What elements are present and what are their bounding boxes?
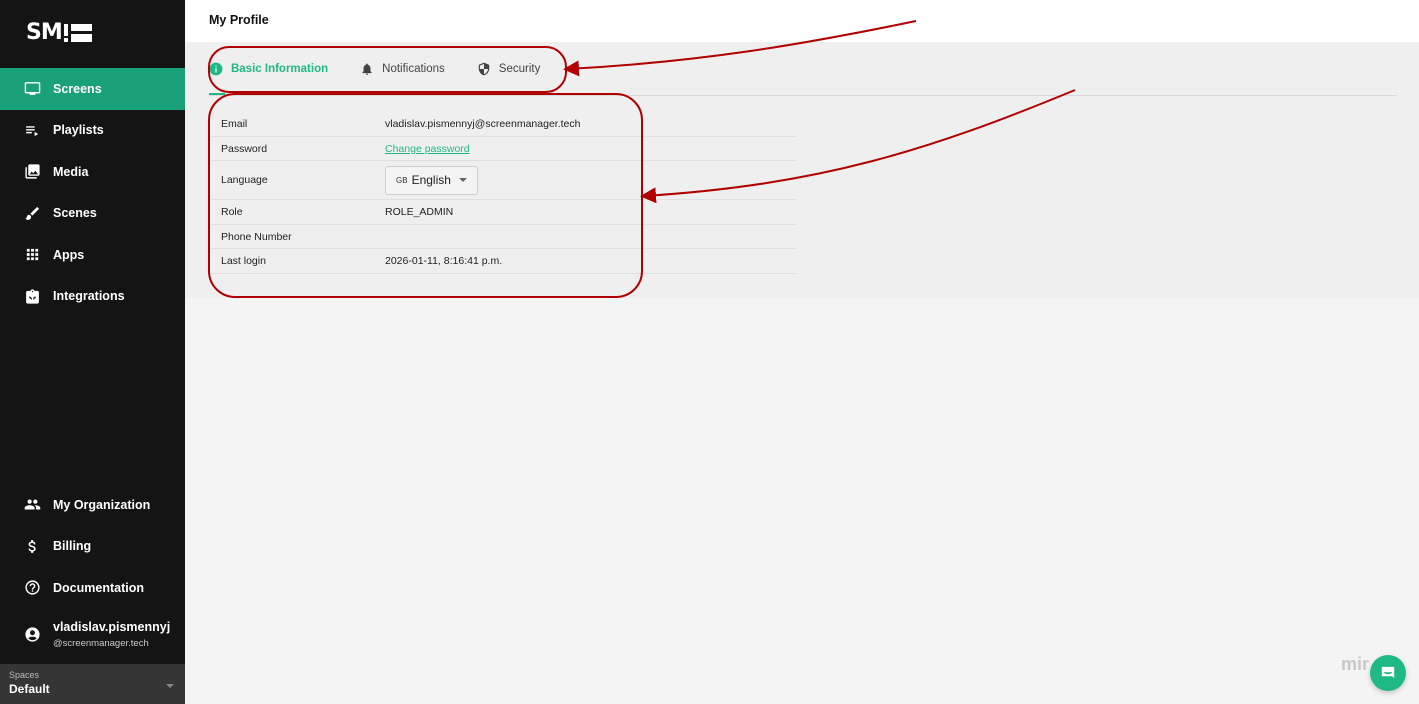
profile-tabs: Basic Information Notifications Security [209, 56, 572, 96]
sidebar-item-billing[interactable]: Billing [0, 526, 185, 568]
basic-information-table: Email vladislav.pismennyj@screenmanager.… [209, 112, 797, 274]
sidebar-item-label: Scenes [53, 206, 97, 221]
table-row-last-login: Last login 2026-01-11, 8:16:41 p.m. [209, 249, 797, 274]
page-header: My Profile [185, 0, 1419, 42]
tab-label: Notifications [382, 63, 445, 75]
sidebar-item-label: Playlists [53, 123, 104, 138]
account-circle-icon [24, 626, 41, 643]
sidebar-item-label: Billing [53, 539, 92, 554]
sidebar-item-label: Documentation [53, 580, 144, 595]
spaces-value: Default [9, 682, 50, 696]
tab-divider [209, 95, 1397, 96]
sidebar-item-playlists[interactable]: Playlists [0, 110, 185, 152]
sidebar-nav: Screens Playlists Media Scenes Apps Inte… [0, 68, 185, 317]
user-lines: vladislav.pismennyj @screenmanager.tech [53, 620, 170, 649]
chevron-down-icon [166, 684, 174, 688]
playlist-icon [24, 122, 41, 139]
media-icon [24, 163, 41, 180]
phone-label: Phone Number [221, 230, 292, 243]
table-row-language: Language GB English [209, 161, 797, 200]
info-icon [209, 62, 223, 76]
page-title: My Profile [209, 13, 269, 27]
active-tab-indicator [209, 93, 225, 95]
last-login-value: 2026-01-11, 8:16:41 p.m. [385, 255, 503, 267]
role-value: ROLE_ADMIN [385, 206, 454, 218]
spaces-selector[interactable]: Spaces Default [0, 664, 185, 704]
sidebar-bottom-nav: My Organization Billing Documentation vl… [0, 484, 185, 661]
sidebar-item-documentation[interactable]: Documentation [0, 567, 185, 609]
table-row-phone: Phone Number [209, 225, 797, 249]
user-name: vladislav.pismennyj [53, 620, 171, 634]
tab-label: Basic Information [231, 63, 329, 75]
logo-text: SM [26, 20, 63, 45]
help-icon [24, 579, 41, 596]
language-select[interactable]: GB English [385, 165, 478, 195]
chevron-down-icon [458, 178, 467, 182]
chat-launcher-button[interactable] [1370, 655, 1406, 691]
role-label: Role [221, 206, 243, 218]
monitor-icon [24, 80, 41, 97]
watermark: mir [1341, 654, 1370, 674]
dollar-icon [24, 538, 41, 555]
sidebar-item-scenes[interactable]: Scenes [0, 193, 185, 235]
language-label: Language [221, 174, 268, 186]
last-login-label: Last login [221, 255, 266, 267]
integrations-icon [24, 288, 41, 305]
email-value: vladislav.pismennyj@screenmanager.tech [385, 118, 581, 130]
logo-mark-icon [63, 23, 92, 42]
sidebar-item-label: Integrations [53, 289, 125, 304]
chat-icon [1380, 665, 1396, 681]
table-row-role: Role ROLE_ADMIN [209, 200, 797, 225]
sidebar: SM Screens Playlists Media Scenes Apps I… [0, 0, 185, 704]
user-domain: @screenmanager.tech [53, 638, 149, 649]
sidebar-item-integrations[interactable]: Integrations [0, 276, 185, 318]
sidebar-item-media[interactable]: Media [0, 151, 185, 193]
logo[interactable]: SM [26, 20, 92, 45]
sidebar-item-label: My Organization [53, 497, 151, 512]
password-label: Password [221, 142, 268, 155]
bell-icon [360, 62, 374, 76]
table-row-password: Password Change password [209, 137, 797, 161]
shield-icon [477, 62, 491, 76]
profile-panel: Basic Information Notifications Security… [185, 42, 1419, 298]
table-row-email: Email vladislav.pismennyj@screenmanager.… [209, 112, 797, 137]
sidebar-user-profile[interactable]: vladislav.pismennyj @screenmanager.tech [0, 609, 185, 661]
change-password-link[interactable]: Change password [385, 143, 470, 155]
sidebar-item-screens[interactable]: Screens [0, 68, 185, 110]
spaces-label: Spaces [9, 670, 40, 680]
language-value: English [411, 173, 451, 187]
tab-basic-information[interactable]: Basic Information [209, 56, 328, 82]
sidebar-item-my-organization[interactable]: My Organization [0, 484, 185, 526]
sidebar-item-label: Media [53, 164, 89, 179]
tab-security[interactable]: Security [477, 56, 541, 82]
apps-grid-icon [24, 246, 41, 263]
sidebar-item-label: Screens [53, 81, 102, 96]
email-label: Email [221, 118, 248, 130]
sidebar-item-label: Apps [53, 247, 85, 262]
sidebar-item-apps[interactable]: Apps [0, 234, 185, 276]
tab-notifications[interactable]: Notifications [360, 56, 445, 82]
flag-gb-icon: GB [396, 175, 408, 185]
tab-label: Security [498, 63, 541, 75]
people-icon [24, 496, 41, 513]
brush-icon [24, 205, 41, 222]
